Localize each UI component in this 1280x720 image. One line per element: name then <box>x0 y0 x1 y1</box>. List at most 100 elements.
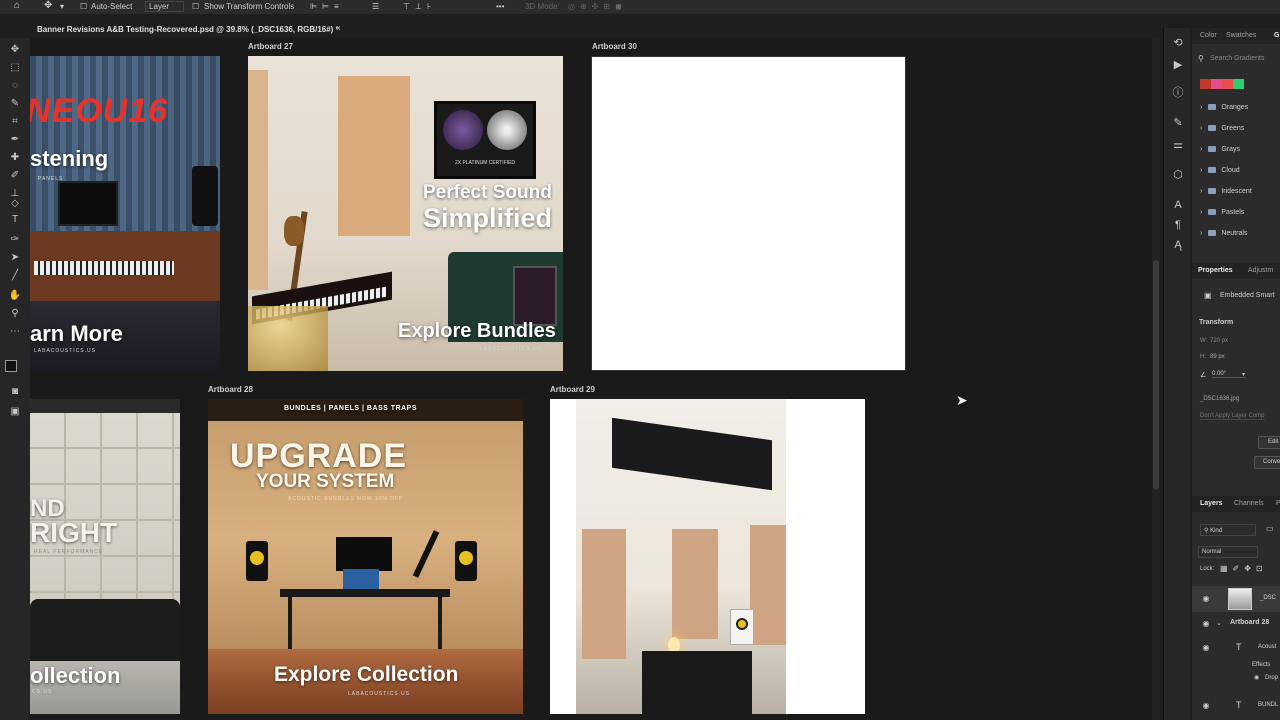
tab-adjustments[interactable]: Adjustm <box>1248 267 1273 274</box>
layer-row[interactable]: ◉ T Acoust <box>1192 638 1280 658</box>
lock-icons[interactable]: ▦✐✥⊡ <box>1220 564 1268 573</box>
canvas-area[interactable]: NEOU16 stening PANELS arn More LABACOUST… <box>30 38 1160 720</box>
hand-tool-icon[interactable]: ✋ <box>8 290 22 302</box>
eraser-tool-icon[interactable]: ◇ <box>8 198 22 210</box>
brush-settings-icon[interactable]: ✎ <box>1171 116 1185 130</box>
layer-effects-row[interactable]: Effects <box>1192 660 1280 672</box>
layer-kind-filter[interactable]: ⚲ Kind <box>1200 524 1256 536</box>
paragraph-panel-icon[interactable]: ¶ <box>1171 218 1185 232</box>
align-icons[interactable]: ⊫⊨≡ <box>310 2 344 11</box>
brush-tool-icon[interactable]: ✐ <box>8 170 22 182</box>
quick-select-tool-icon[interactable]: ✎ <box>8 98 22 110</box>
lasso-tool-icon[interactable]: ◌ <box>8 80 22 92</box>
adjustments-icon[interactable]: ⚌ <box>1171 138 1185 152</box>
height-field[interactable]: 89 px <box>1210 354 1225 360</box>
layer-row[interactable]: ◉ ⌄ Artboard 28 <box>1192 614 1280 634</box>
platinum-plaque-image: 2X PLATINUM CERTIFIED <box>434 101 536 179</box>
tab-gradients[interactable]: G <box>1274 32 1279 39</box>
speaker-right-image <box>455 541 477 581</box>
move-tool-dropdown-icon[interactable]: ▾ <box>60 2 64 11</box>
filter-image-icon[interactable]: ▭ <box>1266 524 1274 533</box>
visibility-eye-icon[interactable]: ◉ <box>1201 594 1211 604</box>
more-tools-icon[interactable]: ⋯ <box>8 326 22 338</box>
gradient-folder-cloud[interactable]: › Cloud <box>1200 167 1240 174</box>
effect-eye-icon[interactable]: ◉ <box>1254 674 1259 681</box>
gradient-folder-greens[interactable]: › Greens <box>1200 125 1244 132</box>
character-panel-icon[interactable]: A <box>1171 198 1185 212</box>
artboard-30-label[interactable]: Artboard 30 <box>592 42 637 51</box>
speaker-image <box>192 166 218 226</box>
artboard-left-bottom[interactable]: ND RIGHT REAL PERFORMANCE ollection CS.U… <box>30 399 180 714</box>
lamp-glow-image <box>248 306 328 371</box>
layer-select[interactable]: Layer <box>145 1 185 12</box>
actions-play-icon[interactable]: ▶ <box>1171 58 1185 72</box>
history-panel-icon[interactable]: ⟲ <box>1171 36 1185 50</box>
blend-mode-select[interactable]: Normal <box>1198 546 1258 558</box>
artboard-28-label[interactable]: Artboard 28 <box>208 385 253 394</box>
tab-channels[interactable]: Channels <box>1234 500 1264 507</box>
path-select-tool-icon[interactable]: ➤ <box>8 252 22 264</box>
layer-comp-select[interactable]: Don't Apply Layer Comp <box>1200 413 1265 420</box>
convert-to-layers-button[interactable]: Convert to <box>1254 456 1280 469</box>
layer-row[interactable]: ◉ T BUNDL <box>1192 696 1280 716</box>
search-icon: ⚲ <box>1198 54 1204 63</box>
visibility-eye-icon[interactable]: ◉ <box>1201 619 1211 629</box>
align-vertical-icons[interactable]: ⊤⊥⊦ <box>403 2 436 11</box>
artboard-29-label[interactable]: Artboard 29 <box>550 385 595 394</box>
show-transform-checkbox[interactable]: ☐ <box>192 2 199 11</box>
tab-properties[interactable]: Properties <box>1198 267 1233 274</box>
layer-effect-row[interactable]: ◉ Drop <box>1192 673 1280 685</box>
visibility-eye-icon[interactable]: ◉ <box>1201 701 1211 711</box>
marquee-tool-icon[interactable]: ⬚ <box>8 62 22 74</box>
healing-brush-icon[interactable]: ✚ <box>8 152 22 164</box>
artboard-30[interactable] <box>591 56 906 371</box>
artboard-27[interactable]: 2X PLATINUM CERTIFIED Perfect Sound Simp… <box>248 56 563 371</box>
screen-mode-icon[interactable]: ▣ <box>8 406 22 418</box>
sofa-image <box>30 599 180 661</box>
info-panel-icon[interactable]: ⓘ <box>1171 86 1185 100</box>
auto-select-checkbox[interactable]: ☐ <box>80 2 87 11</box>
line-tool-icon[interactable]: ╱ <box>8 270 22 282</box>
distribute-icon[interactable]: ☰ <box>372 2 379 11</box>
tab-paths[interactable]: P <box>1276 500 1280 507</box>
wall-panel-right-image <box>750 525 786 645</box>
gradient-folder-neutrals[interactable]: › Neutrals <box>1200 230 1247 237</box>
close-document-icon[interactable]: × <box>336 24 341 33</box>
tab-swatches[interactable]: Swatches <box>1226 32 1256 39</box>
move-tool-icon[interactable]: ✥ <box>8 44 22 56</box>
zoom-tool-icon[interactable]: ⚲ <box>8 308 22 320</box>
gradients-search-input[interactable]: Search Gradients <box>1210 55 1264 62</box>
home-icon[interactable]: ⌂ <box>14 0 20 11</box>
move-tool-icon[interactable]: ✥ <box>44 0 52 11</box>
angle-icon: ∠ <box>1200 372 1207 379</box>
recent-gradients-swatches[interactable] <box>1200 79 1244 89</box>
angle-field[interactable]: 0.00° <box>1212 371 1246 378</box>
artboard-29[interactable] <box>550 399 865 714</box>
eyedropper-tool-icon[interactable]: ✒ <box>8 134 22 146</box>
expand-chevron-icon[interactable]: ⌄ <box>1216 619 1222 627</box>
artboard-27-label[interactable]: Artboard 27 <box>248 42 293 51</box>
gradient-folder-pastels[interactable]: › Pastels <box>1200 209 1244 216</box>
quick-mask-icon[interactable]: ◙ <box>8 386 22 398</box>
canvas-scroll-thumb[interactable] <box>1153 260 1159 490</box>
glyphs-panel-icon[interactable]: Ą <box>1171 238 1185 252</box>
more-options-icon[interactable]: ••• <box>496 2 504 11</box>
visibility-eye-icon[interactable]: ◉ <box>1201 643 1211 653</box>
3d-panel-icon[interactable]: ⬡ <box>1171 168 1185 182</box>
pen-tool-icon[interactable]: ✑ <box>8 234 22 246</box>
tab-layers[interactable]: Layers <box>1200 500 1223 507</box>
crop-tool-icon[interactable]: ⌗ <box>8 116 22 128</box>
gradient-folder-iridescent[interactable]: › Iridescent <box>1200 188 1252 195</box>
acoustic-panel-center <box>338 76 410 236</box>
angle-dropdown-icon[interactable]: ▾ <box>1242 371 1245 378</box>
foreground-color-swatch[interactable] <box>5 360 17 372</box>
tab-color[interactable]: Color <box>1200 32 1217 39</box>
gradient-folder-grays[interactable]: › Grays <box>1200 146 1240 153</box>
width-field[interactable]: 720 px <box>1210 338 1228 344</box>
artboard-28[interactable]: BUNDLES | PANELS | BASS TRAPS UPGRADE YO… <box>208 399 523 714</box>
layer-row[interactable]: ◉ _DSC <box>1192 586 1280 612</box>
gradient-folder-oranges[interactable]: › Oranges <box>1200 104 1248 111</box>
edit-contents-button[interactable]: Edit Co <box>1258 436 1280 449</box>
type-tool-icon[interactable]: T <box>8 214 22 226</box>
artboard-left-top[interactable]: NEOU16 stening PANELS arn More LABACOUST… <box>30 56 220 371</box>
